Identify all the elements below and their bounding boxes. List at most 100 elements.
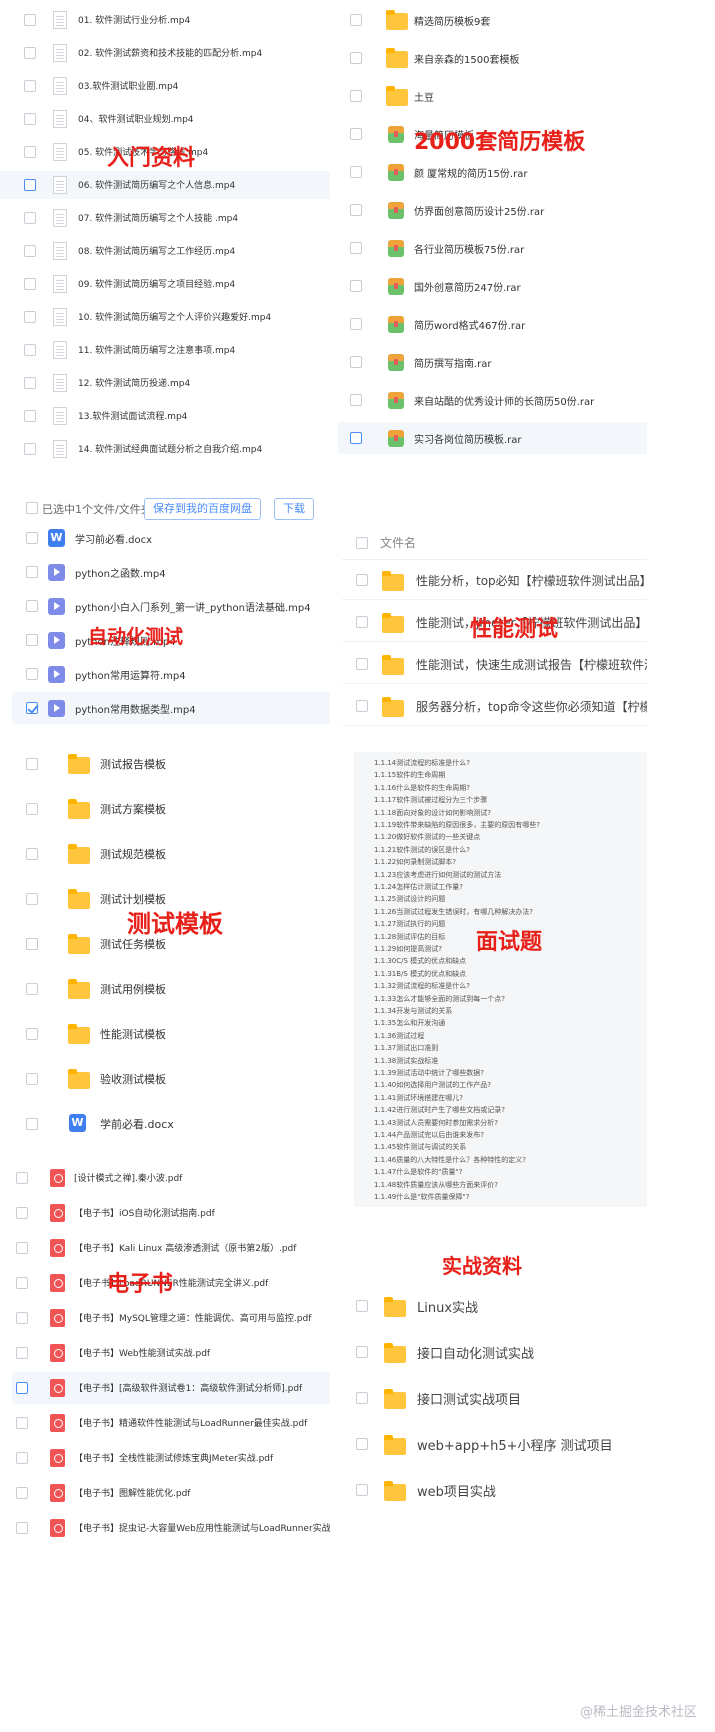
folder-name[interactable]: 性能测试模板 — [100, 1026, 166, 1042]
list-item[interactable]: 06. 软件测试简历编写之个人信息.mp4 — [0, 171, 330, 199]
row-checkbox[interactable] — [16, 1522, 28, 1534]
file-name[interactable]: 土豆 — [414, 89, 434, 104]
row-checkbox[interactable] — [24, 212, 36, 224]
row-checkbox[interactable] — [356, 1300, 368, 1312]
file-name[interactable]: 【电子书】Kali Linux 高级渗透测试（原书第2版）.pdf — [74, 1241, 296, 1254]
list-item[interactable]: 【电子书】Kali Linux 高级渗透测试（原书第2版）.pdf — [12, 1232, 330, 1264]
download-button[interactable]: 下载 — [274, 498, 314, 520]
file-name[interactable]: python之函数.mp4 — [75, 565, 166, 580]
row-checkbox[interactable] — [26, 1028, 38, 1040]
row-checkbox[interactable] — [24, 278, 36, 290]
file-name[interactable]: 来自站酷的优秀设计师的长简历50份.rar — [414, 393, 594, 408]
list-item[interactable]: 验收测试模板 — [12, 1057, 330, 1099]
file-name[interactable]: 【电子书】捉虫记-大容量Web应用性能测试与LoadRunner实战_.pdf — [74, 1521, 330, 1534]
row-checkbox[interactable] — [16, 1242, 28, 1254]
row-checkbox[interactable] — [16, 1417, 28, 1429]
row-checkbox[interactable] — [16, 1277, 28, 1289]
list-item[interactable]: 【电子书】Web性能测试实战.pdf — [12, 1337, 330, 1369]
row-checkbox[interactable] — [24, 113, 36, 125]
file-name[interactable]: python小白入门系列_第一讲_python语法基础.mp4 — [75, 599, 311, 614]
file-name[interactable]: 精选简历模板9套 — [414, 13, 490, 28]
list-item[interactable]: 07. 软件测试简历编写之个人技能 .mp4 — [0, 204, 330, 232]
row-checkbox[interactable] — [16, 1207, 28, 1219]
list-item[interactable]: python之函数.mp4 — [12, 556, 330, 588]
file-name[interactable]: 12. 软件测试简历投递.mp4 — [78, 376, 190, 389]
list-item[interactable]: 02. 软件测试薪资和技术技能的匹配分析.mp4 — [0, 39, 330, 67]
folder-name[interactable]: 测试方案模板 — [100, 801, 166, 817]
list-item[interactable]: web项目实战 — [338, 1470, 647, 1510]
row-checkbox[interactable] — [350, 394, 362, 406]
row-checkbox[interactable] — [26, 893, 38, 905]
file-name[interactable]: 09. 软件测试简历编写之项目经验.mp4 — [78, 277, 235, 290]
row-checkbox[interactable] — [350, 280, 362, 292]
folder-name[interactable]: 测试用例模板 — [100, 981, 166, 997]
list-item[interactable]: W 学前必看.docx — [12, 1102, 330, 1144]
folder-name[interactable]: 接口测试实战项目 — [417, 1389, 521, 1408]
row-checkbox[interactable] — [16, 1487, 28, 1499]
row-checkbox[interactable] — [26, 848, 38, 860]
list-item[interactable]: 【电子书】iOS自动化测试指南.pdf — [12, 1197, 330, 1229]
list-item[interactable]: web+app+h5+小程序 测试项目 — [338, 1424, 647, 1464]
row-checkbox[interactable] — [16, 1172, 28, 1184]
list-item[interactable]: W 学习前必看.docx — [12, 522, 330, 554]
file-name[interactable]: 学习前必看.docx — [75, 531, 152, 546]
list-item[interactable]: Linux实战 — [338, 1286, 647, 1326]
row-checkbox[interactable] — [26, 983, 38, 995]
list-item[interactable]: 性能分析，top必知【柠檬班软件测试出品】 — [342, 560, 647, 600]
row-checkbox[interactable] — [26, 803, 38, 815]
row-checkbox[interactable] — [26, 566, 38, 578]
row-checkbox[interactable] — [356, 574, 368, 586]
list-item[interactable]: 颜 厦常规的简历15份.rar — [338, 156, 647, 188]
file-name[interactable]: 【电子书】图解性能优化.pdf — [74, 1486, 190, 1499]
row-checkbox[interactable] — [24, 80, 36, 92]
list-item[interactable]: 国外创意简历247份.rar — [338, 270, 647, 302]
file-name[interactable]: 14. 软件测试经典面试题分析之自我介绍.mp4 — [78, 442, 262, 455]
row-checkbox[interactable] — [24, 14, 36, 26]
file-name[interactable]: 各行业简历模板75份.rar — [414, 241, 524, 256]
save-to-netdisk-button[interactable]: 保存到我的百度网盘 — [144, 498, 261, 520]
list-item[interactable]: 各行业简历模板75份.rar — [338, 232, 647, 264]
file-name[interactable]: 仿界面创意简历设计25份.rar — [414, 203, 544, 218]
row-checkbox[interactable] — [350, 14, 362, 26]
row-checkbox[interactable] — [350, 128, 362, 140]
file-name[interactable]: [设计模式之禅].秦小波.pdf — [74, 1171, 182, 1184]
file-name[interactable]: 03.软件测试职业圈.mp4 — [78, 79, 178, 92]
file-name[interactable]: 【电子书】iOS自动化测试指南.pdf — [74, 1206, 215, 1219]
file-name[interactable]: python常用数据类型.mp4 — [75, 701, 196, 716]
file-name[interactable]: 02. 软件测试薪资和技术技能的匹配分析.mp4 — [78, 46, 262, 59]
file-name[interactable]: 【电子书】MySQL管理之道：性能调优、高可用与监控.pdf — [74, 1311, 311, 1324]
list-item[interactable]: 测试规范模板 — [12, 832, 330, 874]
file-name[interactable]: 实习各岗位简历模板.rar — [414, 431, 522, 446]
file-name[interactable]: 【电子书】全栈性能测试修炼宝典JMeter实战.pdf — [74, 1451, 273, 1464]
file-name[interactable]: 08. 软件测试简历编写之工作经历.mp4 — [78, 244, 235, 257]
row-checkbox[interactable] — [356, 1346, 368, 1358]
list-item[interactable]: 简历撰写指南.rar — [338, 346, 647, 378]
list-item[interactable]: python常用运算符.mp4 — [12, 658, 330, 690]
select-all-checkbox[interactable] — [26, 502, 38, 514]
list-item[interactable]: 测试报告模板 — [12, 742, 330, 784]
row-checkbox[interactable] — [24, 311, 36, 323]
list-item[interactable]: 测试用例模板 — [12, 967, 330, 1009]
list-item[interactable]: 08. 软件测试简历编写之工作经历.mp4 — [0, 237, 330, 265]
row-checkbox[interactable] — [356, 1438, 368, 1450]
row-checkbox[interactable] — [26, 758, 38, 770]
file-name[interactable]: 11. 软件测试简历编写之注意事项.mp4 — [78, 343, 235, 356]
list-item[interactable]: 性能测试，快速生成测试报告【柠檬班软件测试 — [342, 644, 647, 684]
row-checkbox[interactable] — [24, 47, 36, 59]
row-checkbox[interactable] — [24, 344, 36, 356]
list-item[interactable]: 接口测试实战项目 — [338, 1378, 647, 1418]
header-checkbox[interactable] — [356, 537, 368, 549]
row-checkbox[interactable] — [350, 166, 362, 178]
folder-name[interactable]: 服务器分析，top命令这些你必须知道【柠檬班软 — [416, 698, 647, 715]
row-checkbox[interactable] — [16, 1312, 28, 1324]
row-checkbox[interactable] — [16, 1382, 28, 1394]
list-item[interactable]: [设计模式之禅].秦小波.pdf — [12, 1162, 330, 1194]
list-item[interactable]: 【电子书】全栈性能测试修炼宝典JMeter实战.pdf — [12, 1442, 330, 1474]
row-checkbox[interactable] — [24, 443, 36, 455]
folder-name[interactable]: 接口自动化测试实战 — [417, 1343, 534, 1362]
list-item[interactable]: python小白入门系列_第一讲_python语法基础.mp4 — [12, 590, 330, 622]
folder-name[interactable]: web项目实战 — [417, 1481, 496, 1500]
file-name[interactable]: 国外创意简历247份.rar — [414, 279, 521, 294]
folder-name[interactable]: 性能测试，快速生成测试报告【柠檬班软件测试 — [416, 656, 647, 673]
row-checkbox[interactable] — [26, 532, 38, 544]
